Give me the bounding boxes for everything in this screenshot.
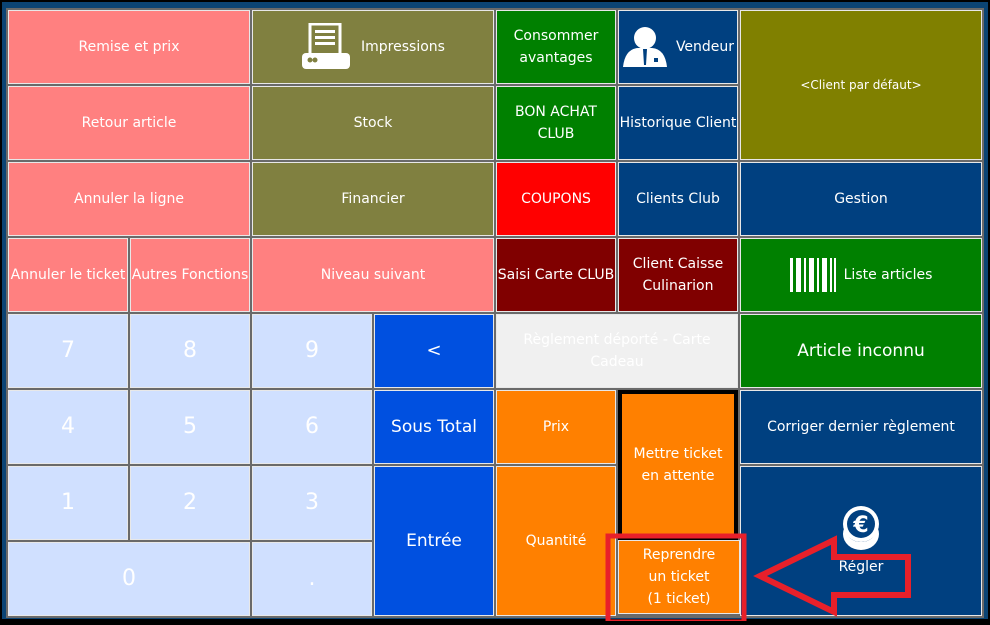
button-label: 3 xyxy=(305,490,319,515)
button-label: <Client par défaut> xyxy=(800,78,922,92)
key-8[interactable]: 8 xyxy=(130,314,250,388)
button-label: Autres Fonctions xyxy=(131,267,249,283)
button-label: Vendeur xyxy=(675,39,735,55)
button-label: Stock xyxy=(353,115,393,131)
euro-coins-icon: € xyxy=(841,504,881,552)
key-4[interactable]: 4 xyxy=(8,390,128,464)
button-label: < xyxy=(426,340,442,361)
annuler-ligne-button[interactable]: Annuler la ligne xyxy=(8,162,250,236)
key-6[interactable]: 6 xyxy=(252,390,372,464)
button-label: Historique Client xyxy=(619,115,737,131)
button-label: Annuler la ligne xyxy=(74,191,184,207)
reprendre-ticket-button[interactable]: Reprendre un ticket (1 ticket) xyxy=(618,540,740,614)
article-inconnu-button[interactable]: Article inconnu xyxy=(740,314,982,388)
button-label: 8 xyxy=(183,338,197,363)
key-3[interactable]: 3 xyxy=(252,466,372,540)
svg-text:€: € xyxy=(852,513,868,538)
prix-button[interactable]: Prix xyxy=(496,390,616,464)
regler-button[interactable]: € Régler xyxy=(740,466,982,616)
reglement-deporte-button[interactable]: Règlement déporté - Carte Cadeau xyxy=(496,314,738,388)
button-label: . xyxy=(308,566,316,591)
button-label: Clients Club xyxy=(636,191,720,207)
button-label: Entrée xyxy=(406,531,462,551)
button-label: Article inconnu xyxy=(797,341,925,361)
retour-article-button[interactable]: Retour article xyxy=(8,86,250,160)
key-dot[interactable]: . xyxy=(252,542,372,616)
barcode-icon xyxy=(789,258,836,292)
client-caisse-button[interactable]: Client Caisse Culinarion xyxy=(618,238,738,312)
button-label: 5 xyxy=(183,414,197,439)
client-par-defaut-button[interactable]: <Client par défaut> xyxy=(740,10,982,160)
button-label: 6 xyxy=(305,414,319,439)
user-tie-icon xyxy=(622,27,668,67)
key-7[interactable]: 7 xyxy=(8,314,128,388)
bon-achat-club-button[interactable]: BON ACHAT CLUB xyxy=(496,86,616,160)
niveau-suivant-button[interactable]: Niveau suivant xyxy=(252,238,494,312)
historique-client-button[interactable]: Historique Client xyxy=(618,86,738,160)
saisi-carte-club-button[interactable]: Saisi Carte CLUB xyxy=(496,238,616,312)
button-label: COUPONS xyxy=(521,191,591,207)
key-9[interactable]: 9 xyxy=(252,314,372,388)
button-label: Régler xyxy=(838,559,884,575)
key-5[interactable]: 5 xyxy=(130,390,250,464)
key-1[interactable]: 1 xyxy=(8,466,128,540)
liste-articles-button[interactable]: Liste articles xyxy=(740,238,982,312)
corriger-reglement-button[interactable]: Corriger dernier règlement xyxy=(740,390,982,464)
button-label: Annuler le ticket xyxy=(10,267,126,283)
button-label: 9 xyxy=(305,338,319,363)
button-label: Consommer avantages xyxy=(513,28,599,66)
button-label: Prix xyxy=(542,419,570,435)
button-label: Saisi Carte CLUB xyxy=(497,267,615,283)
clients-club-button[interactable]: Clients Club xyxy=(618,162,738,236)
entree-button[interactable]: Entrée xyxy=(374,466,494,616)
button-label: Financier xyxy=(341,191,405,207)
button-label: Mettre ticket en attente xyxy=(633,446,723,484)
button-label: Remise et prix xyxy=(78,39,180,55)
button-label: Quantité xyxy=(525,533,587,549)
button-label: BON ACHAT CLUB xyxy=(515,104,597,142)
impressions-button[interactable]: Impressions xyxy=(252,10,494,84)
consommer-avantages-button[interactable]: Consommer avantages xyxy=(496,10,616,84)
button-label: Règlement déporté - Carte Cadeau xyxy=(523,332,711,370)
stock-button[interactable]: Stock xyxy=(252,86,494,160)
coupons-button[interactable]: COUPONS xyxy=(496,162,616,236)
vendeur-button[interactable]: Vendeur xyxy=(618,10,738,84)
financier-button[interactable]: Financier xyxy=(252,162,494,236)
mettre-en-attente-button[interactable]: Mettre ticket en attente xyxy=(618,390,738,540)
sous-total-button[interactable]: Sous Total xyxy=(374,390,494,464)
button-label: Client Caisse Culinarion xyxy=(632,256,724,294)
button-label: Reprendre un ticket xyxy=(642,547,716,585)
button-label: Sous Total xyxy=(391,417,477,437)
button-label: Niveau suivant xyxy=(320,267,426,283)
button-label: 0 xyxy=(122,566,136,591)
quantite-button[interactable]: Quantité xyxy=(496,466,616,616)
gestion-button[interactable]: Gestion xyxy=(740,162,982,236)
button-label: 2 xyxy=(183,490,197,515)
button-label: Liste articles xyxy=(843,267,933,283)
autres-fonctions-button[interactable]: Autres Fonctions xyxy=(130,238,250,312)
button-label: 7 xyxy=(61,338,75,363)
annuler-ticket-button[interactable]: Annuler le ticket xyxy=(8,238,128,312)
printer-icon xyxy=(301,23,353,71)
button-label: Gestion xyxy=(834,191,888,207)
button-label: 4 xyxy=(61,414,75,439)
ticket-count: (1 ticket) xyxy=(647,591,711,607)
backspace-button[interactable]: < xyxy=(374,314,494,388)
button-label: Impressions xyxy=(361,39,445,55)
remise-button[interactable]: Remise et prix xyxy=(8,10,250,84)
button-label: 1 xyxy=(61,490,75,515)
button-label: Retour article xyxy=(81,115,177,131)
button-label: Corriger dernier règlement xyxy=(767,419,955,435)
key-0[interactable]: 0 xyxy=(8,542,250,616)
key-2[interactable]: 2 xyxy=(130,466,250,540)
